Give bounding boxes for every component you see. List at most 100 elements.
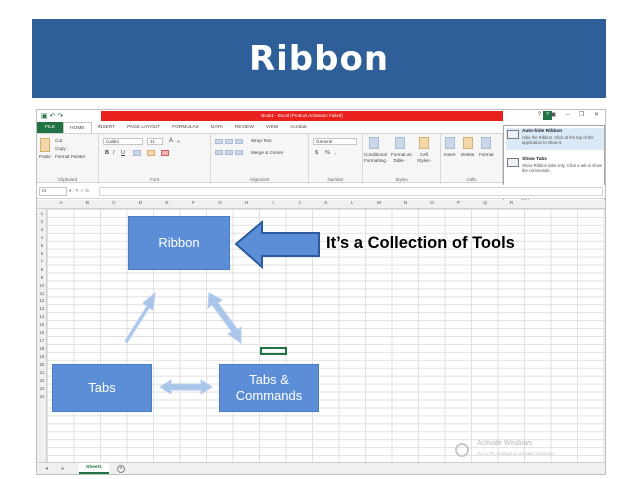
menu-item-auto-hide-ribbon[interactable]: Auto-hide Ribbon Hide the Ribbon. Click … — [506, 128, 604, 150]
column-header[interactable]: A — [48, 201, 74, 206]
column-header[interactable]: R — [499, 201, 525, 206]
sheet-tab-sheet1[interactable]: Sheet1 — [79, 463, 109, 474]
column-header[interactable]: K — [313, 201, 339, 206]
cell-styles-label[interactable]: Cell — [420, 152, 428, 157]
paste-button[interactable]: Paste — [39, 154, 51, 159]
borders-icon[interactable] — [133, 150, 141, 156]
window-controls[interactable]: ? ▣ – ❐ ✕ — [538, 111, 603, 118]
wrap-text-button[interactable]: Wrap Text — [251, 138, 272, 143]
conditional-formatting-icon[interactable] — [369, 137, 379, 149]
cell-styles-label-2[interactable]: Styles · — [417, 158, 432, 163]
column-header[interactable]: H — [234, 201, 260, 206]
row-header[interactable]: 22 — [37, 378, 47, 383]
insert-cells-icon[interactable] — [445, 137, 455, 149]
format-as-table-label-2[interactable]: Table · — [393, 158, 407, 163]
row-header[interactable]: 20 — [37, 362, 47, 367]
formula-bar-buttons[interactable]: ▾ : ✕ ✓ fx — [69, 188, 89, 194]
row-header[interactable]: 8 — [37, 267, 47, 272]
align-left-icon[interactable] — [215, 150, 223, 155]
column-header[interactable]: G — [207, 201, 233, 206]
column-header[interactable]: P — [446, 201, 472, 206]
comma-button[interactable]: , — [335, 150, 337, 156]
cell-styles-icon[interactable] — [419, 137, 429, 149]
font-size-select[interactable]: 11 — [147, 138, 163, 145]
row-header[interactable]: 10 — [37, 283, 47, 288]
row-header[interactable]: 21 — [37, 370, 47, 375]
row-header[interactable]: 23 — [37, 386, 47, 391]
tab-acrobat[interactable]: Acrobat — [284, 122, 313, 133]
tab-view[interactable]: VIEW — [260, 122, 284, 133]
format-cells-icon[interactable] — [481, 137, 491, 149]
selected-cell[interactable] — [260, 347, 287, 355]
row-header[interactable]: 16 — [37, 330, 47, 335]
align-top-icon[interactable] — [215, 139, 223, 144]
row-header[interactable]: 14 — [37, 314, 47, 319]
delete-cells-button[interactable]: Delete — [461, 152, 474, 157]
tab-data[interactable]: DATA — [205, 122, 229, 133]
conditional-formatting-label[interactable]: Conditional — [364, 152, 387, 157]
row-header[interactable]: 24 — [37, 394, 47, 399]
bold-button[interactable]: B — [105, 150, 109, 156]
column-header[interactable]: O — [419, 201, 445, 206]
column-header[interactable]: J — [287, 201, 313, 206]
shrink-font-button[interactable]: A — [177, 139, 180, 144]
row-header[interactable]: 17 — [37, 338, 47, 343]
format-as-table-label[interactable]: Format as — [391, 152, 412, 157]
tab-insert[interactable]: INSERT — [92, 122, 122, 133]
format-cells-button[interactable]: Format — [479, 152, 494, 157]
cut-button[interactable]: Cut — [55, 138, 62, 143]
column-header[interactable]: L — [340, 201, 366, 206]
copy-button[interactable]: Copy · — [55, 146, 69, 151]
tab-page-layout[interactable]: PAGE LAYOUT — [121, 122, 166, 133]
paste-icon[interactable] — [40, 138, 50, 152]
column-header[interactable]: F — [181, 201, 207, 206]
align-middle-icon[interactable] — [225, 139, 233, 144]
row-header[interactable]: 18 — [37, 346, 47, 351]
row-header[interactable]: 2 — [37, 219, 47, 224]
align-right-icon[interactable] — [235, 150, 243, 155]
align-center-icon[interactable] — [225, 150, 233, 155]
insert-cells-button[interactable]: Insert — [444, 152, 456, 157]
format-as-table-icon[interactable] — [395, 137, 405, 149]
tab-formulas[interactable]: FORMULAS — [166, 122, 205, 133]
row-header[interactable]: 15 — [37, 322, 47, 327]
column-header[interactable]: I — [260, 201, 286, 206]
column-header[interactable]: M — [366, 201, 392, 206]
format-painter-button[interactable]: Format Painter — [55, 154, 85, 159]
row-header[interactable]: 4 — [37, 235, 47, 240]
row-header[interactable]: 19 — [37, 354, 47, 359]
delete-cells-icon[interactable] — [463, 137, 473, 149]
orientation-icon[interactable] — [235, 139, 243, 144]
column-header[interactable]: D — [128, 201, 154, 206]
row-header[interactable]: 6 — [37, 251, 47, 256]
row-header[interactable]: 13 — [37, 306, 47, 311]
column-header[interactable]: N — [393, 201, 419, 206]
tab-home[interactable]: HOME — [63, 122, 92, 133]
menu-item-show-tabs[interactable]: Show Tabs Show Ribbon tabs only. Click a… — [506, 156, 604, 178]
column-header[interactable]: B — [75, 201, 101, 206]
tab-review[interactable]: REVIEW — [229, 122, 260, 133]
currency-button[interactable]: $ — [315, 150, 318, 156]
italic-button[interactable]: I — [113, 150, 115, 156]
tab-file[interactable]: FILE — [37, 122, 64, 133]
font-color-icon[interactable] — [161, 150, 169, 156]
grow-font-button[interactable]: A — [169, 138, 173, 144]
add-sheet-button[interactable]: + — [117, 465, 125, 473]
column-header[interactable]: C — [101, 201, 127, 206]
number-format-select[interactable]: General — [313, 138, 357, 145]
row-header[interactable]: 11 — [37, 291, 47, 296]
conditional-formatting-label-2[interactable]: Formatting · — [364, 158, 389, 163]
fill-color-icon[interactable] — [147, 150, 155, 156]
column-header[interactable]: E — [154, 201, 180, 206]
row-header[interactable]: 12 — [37, 298, 47, 303]
row-header[interactable]: 7 — [37, 259, 47, 264]
underline-button[interactable]: U — [121, 150, 125, 156]
merge-center-button[interactable]: Merge & Center — [251, 150, 283, 155]
name-box[interactable]: I4 — [39, 187, 67, 196]
percent-button[interactable]: % — [325, 150, 330, 156]
row-header[interactable]: 3 — [37, 227, 47, 232]
sheet-nav-arrows[interactable]: ◂ ▸ — [45, 465, 71, 472]
quick-access-toolbar[interactable]: ▣ ↶ ↷ — [41, 112, 63, 120]
row-header[interactable]: 5 — [37, 243, 47, 248]
column-header[interactable]: Q — [472, 201, 498, 206]
